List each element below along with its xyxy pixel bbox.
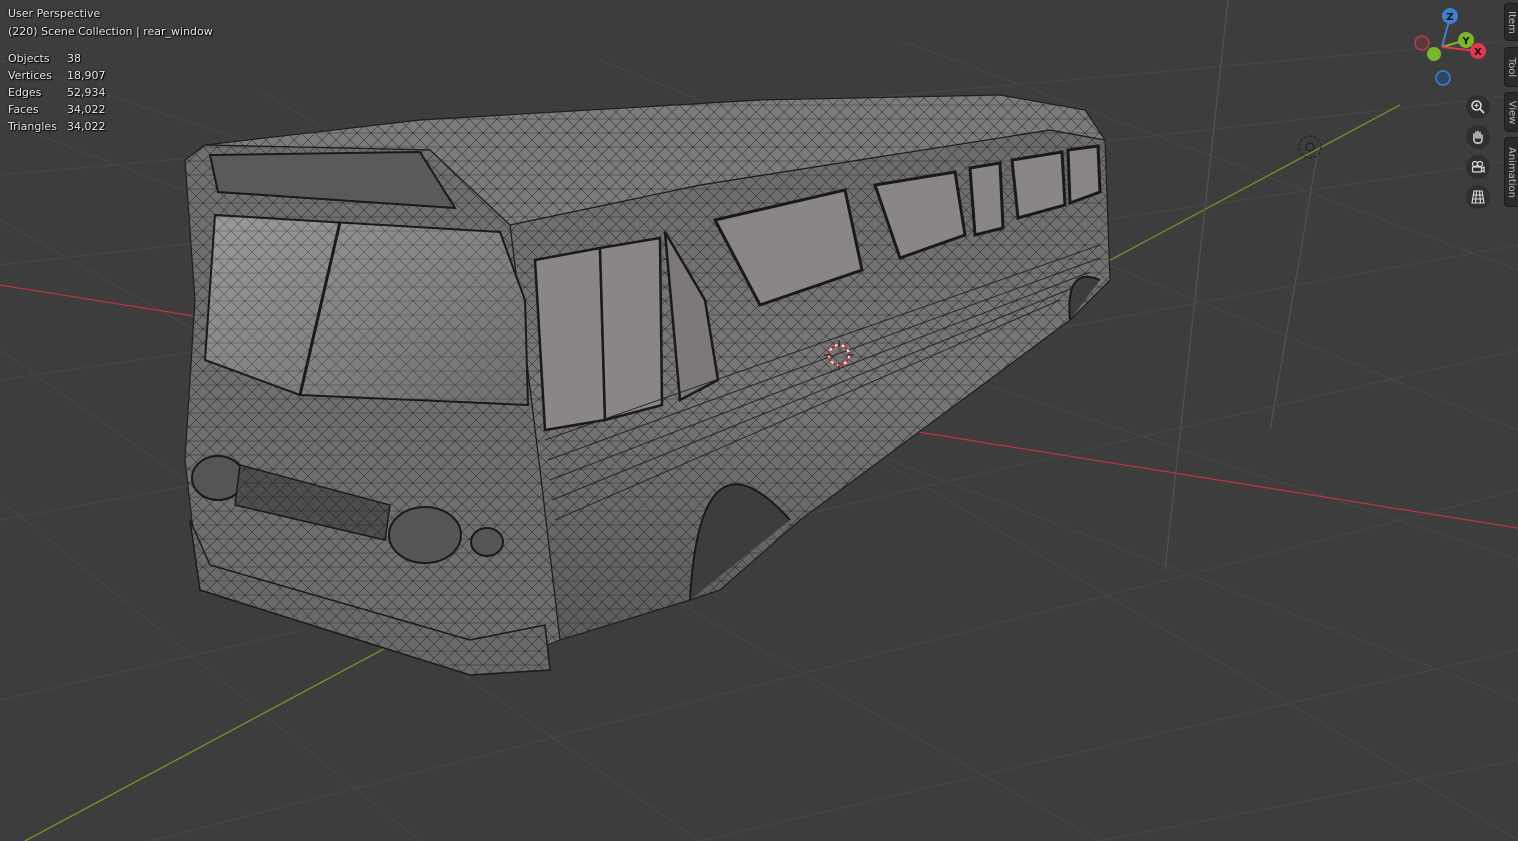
zoom-button[interactable] [1466,95,1490,119]
tab-view[interactable]: View [1504,92,1518,132]
x-axis-handle[interactable]: X [1470,43,1486,59]
stat-edges: Edges 52,934 [8,84,213,101]
stat-label: Triangles [8,120,57,133]
svg-text:X: X [1474,47,1482,58]
stat-value: 38 [67,52,81,65]
tab-view-label: View [1506,100,1518,124]
ortho-toggle-button[interactable] [1466,185,1490,209]
tab-tool-label: Tool [1506,57,1517,77]
negative-y-handle[interactable] [1427,47,1441,61]
ortho-grid-icon [1471,190,1485,204]
stat-value: 34,022 [67,120,106,133]
stat-faces: Faces 34,022 [8,101,213,118]
stat-triangles: Triangles 34,022 [8,118,213,135]
z-axis-line [1164,0,1229,571]
scene-statistics: Objects 38 Vertices 18,907 Edges 52,934 … [8,50,213,135]
negative-z-handle[interactable] [1435,70,1451,86]
viewport-info-overlay: User Perspective (220) Scene Collection … [8,5,213,135]
stat-value: 52,934 [67,86,106,99]
camera-view-icon [1471,160,1485,174]
pan-button[interactable] [1466,125,1490,149]
tab-item[interactable]: Item [1504,3,1518,41]
tab-animation-label: Animation [1506,146,1518,198]
stat-value: 34,022 [67,103,106,116]
sidebar-tabs: Item Tool View Animation [1504,0,1518,841]
y-axis-handle[interactable]: Y [1458,32,1474,48]
negative-x-handle[interactable] [1414,35,1430,51]
hand-pan-icon [1473,130,1483,144]
scene-canvas[interactable] [0,0,1518,841]
camera-view-button[interactable] [1466,155,1490,179]
svg-text:Y: Y [1461,36,1470,47]
tab-item-label: Item [1506,10,1518,34]
z-axis-handle[interactable]: Z [1442,8,1458,24]
view-name: User Perspective [8,7,101,20]
zoom-icon [1471,100,1485,114]
svg-text:Z: Z [1446,12,1453,23]
stat-objects: Objects 38 [8,50,213,67]
stat-label: Objects [8,52,50,65]
stat-label: Vertices [8,69,52,82]
3d-viewport[interactable]: User Perspective (220) Scene Collection … [0,0,1518,841]
stat-vertices: Vertices 18,907 [8,67,213,84]
bus-mesh[interactable] [184,94,1111,676]
tab-animation[interactable]: Animation [1504,137,1518,207]
tab-tool[interactable]: Tool [1504,47,1518,87]
navigation-gizmo[interactable]: Z Y X [1408,4,1488,90]
stat-label: Faces [8,103,39,116]
stat-value: 18,907 [67,69,106,82]
stat-label: Edges [8,86,42,99]
collection-info: (220) Scene Collection | rear_window [8,25,213,38]
